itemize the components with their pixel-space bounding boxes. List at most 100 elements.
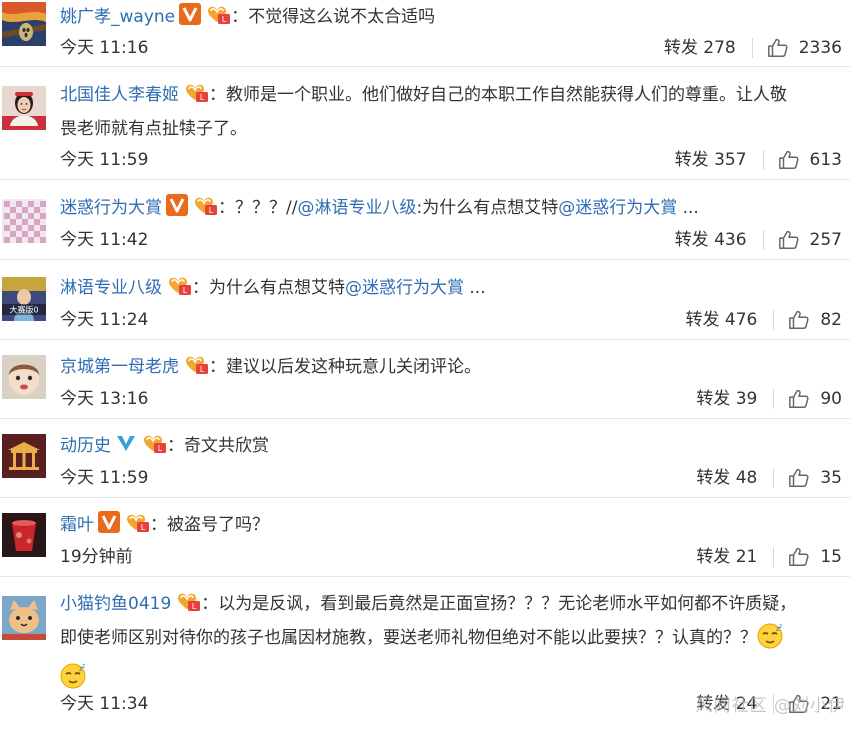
- comment-text-continued: 畏老师就有点扯犊子了。: [60, 119, 247, 139]
- like-button[interactable]: 2336: [767, 34, 842, 62]
- thumbs-up-icon: [788, 388, 810, 410]
- fan-badge-icon: [175, 590, 201, 612]
- username-link[interactable]: 淋语专业八级: [60, 278, 162, 298]
- comment-time: 今天 11:16: [60, 38, 149, 58]
- fan-badge-icon: [192, 194, 218, 216]
- avatar[interactable]: [2, 513, 46, 557]
- pavilion-logo-avatar: [2, 434, 46, 478]
- repost-button[interactable]: 转发 39: [696, 385, 757, 413]
- fan-badge-icon: [141, 432, 167, 454]
- comment-text: ：为什么有点想艾特: [192, 278, 345, 298]
- comment-text: ：奇文共欣赏: [167, 436, 269, 456]
- avatar[interactable]: [2, 596, 46, 640]
- truncation-ellipsis: ...: [677, 198, 699, 218]
- like-count: 15: [820, 547, 842, 567]
- like-count: 2336: [798, 38, 842, 58]
- orange-v-icon: [179, 3, 201, 25]
- orange-v-icon: [98, 511, 120, 533]
- thumbs-up-icon: [788, 309, 810, 331]
- like-count: 613: [809, 150, 842, 170]
- comment-time: 今天 11:24: [60, 310, 149, 330]
- like-button[interactable]: 15: [788, 543, 842, 571]
- like-count: 90: [820, 389, 842, 409]
- comment-text: ：？？？//: [218, 198, 298, 218]
- cartoon-face-avatar: [2, 355, 46, 399]
- comment-text: :为什么有点想艾特: [416, 198, 559, 218]
- orange-v-icon: [166, 194, 188, 216]
- repost-button[interactable]: 转发 357: [675, 146, 747, 174]
- stage-performer-avatar: 大赛版0: [2, 277, 46, 321]
- like-button[interactable]: 35: [788, 464, 842, 492]
- woman-portrait-avatar: [2, 86, 46, 130]
- avatar[interactable]: 大赛版0: [2, 277, 46, 321]
- divider: [773, 310, 775, 330]
- comment-text: ：以为是反讽，看到最后竟然是正面宣扬？？？无论老师水平如何都不许质疑，: [201, 594, 797, 614]
- avatar[interactable]: [2, 199, 46, 243]
- thumbs-up-icon: [767, 37, 789, 59]
- like-count: 35: [820, 468, 842, 488]
- divider: [751, 38, 753, 58]
- username-link[interactable]: 北国佳人李春姬: [60, 85, 179, 105]
- thumbs-up-icon: [778, 149, 800, 171]
- like-button[interactable]: 90: [788, 385, 842, 413]
- comment-text: ：不觉得这么说不太合适吗: [231, 7, 436, 27]
- comment-time: 今天 11:59: [60, 150, 149, 170]
- comment-text: ：教师是一个职业。他们做好自己的本职工作自然能获得人们的尊重。让人敬: [209, 85, 787, 105]
- repost-button[interactable]: 转发 436: [675, 226, 747, 254]
- comment-item: 京城第一母老虎 ：建议以后发这种玩意儿关闭评论。 今天 13:16 转发 39 9…: [0, 339, 850, 419]
- fan-badge-icon: [166, 274, 192, 296]
- repost-button[interactable]: 转发 476: [686, 306, 758, 334]
- comment-item: 霜叶 ：被盗号了吗？ 19分钟前 转发 21 15: [0, 497, 850, 577]
- avatar[interactable]: [2, 355, 46, 399]
- avatar[interactable]: [2, 86, 46, 130]
- truncation-ellipsis: ...: [464, 278, 486, 298]
- repost-button[interactable]: 转发 21: [696, 543, 757, 571]
- cartoon-cat-avatar: [2, 596, 46, 640]
- username-link[interactable]: 动历史: [60, 436, 111, 456]
- comment-time: 今天 11:59: [60, 468, 149, 488]
- repost-button[interactable]: 转发 278: [664, 34, 736, 62]
- repost-button[interactable]: 转发 48: [696, 464, 757, 492]
- fan-badge-icon: [183, 81, 209, 103]
- mention-link[interactable]: @淋语专业八级: [297, 198, 416, 218]
- thumbs-up-icon: [788, 546, 810, 568]
- mention-link[interactable]: @迷惑行为大賞: [345, 278, 464, 298]
- like-count: 257: [809, 230, 842, 250]
- divider: [773, 389, 775, 409]
- username-link[interactable]: 姚广孝_wayne: [60, 7, 175, 27]
- avatar[interactable]: [2, 2, 46, 46]
- comment-time: 今天 11:42: [60, 230, 149, 250]
- thumbs-up-icon: [788, 467, 810, 489]
- username-link[interactable]: 迷惑行为大賞: [60, 198, 162, 218]
- avatar-caption: 大赛版0: [9, 305, 38, 315]
- blue-v-icon: [115, 432, 137, 454]
- username-link[interactable]: 小猫钓鱼0419: [60, 594, 171, 614]
- divider: [762, 230, 764, 250]
- username-link[interactable]: 京城第一母老虎: [60, 357, 179, 377]
- comment-text-continued: 即使老师区别对待你的孩子也属因材施教，要送老师礼物但绝对不能以此要挟？？认真的？…: [60, 628, 757, 648]
- divider: [762, 150, 764, 170]
- comment-item: 姚广孝_wayne ：不觉得这么说不太合适吗 今天 11:16 转发 278 23…: [0, 0, 850, 67]
- thumbs-up-icon: [778, 229, 800, 251]
- red-drink-avatar: [2, 513, 46, 557]
- comment-text: ：建议以后发这种玩意儿关闭评论。: [209, 357, 481, 377]
- avatar[interactable]: [2, 434, 46, 478]
- like-button[interactable]: 613: [778, 146, 842, 174]
- like-button[interactable]: 257: [778, 226, 842, 254]
- comment-item: 北国佳人李春姬 ：教师是一个职业。他们做好自己的本职工作自然能获得人们的尊重。让人…: [0, 66, 850, 180]
- sleepy-emoji-icon: [757, 623, 783, 661]
- username-link[interactable]: 霜叶: [60, 515, 94, 535]
- mention-link[interactable]: @迷惑行为大賞: [558, 198, 677, 218]
- like-button[interactable]: 82: [788, 306, 842, 334]
- pink-pattern-avatar: [2, 199, 46, 243]
- comment-item: 迷惑行为大賞 ：？？？//@淋语专业八级:为什么有点想艾特@迷惑行为大賞 ... …: [0, 179, 850, 260]
- comment-time: 19分钟前: [60, 547, 133, 567]
- divider: [773, 547, 775, 567]
- watermark: 风闻社区 @刘小伊: [695, 696, 846, 716]
- comment-item: 动历史 ：奇文共欣赏 今天 11:59 转发 48 35: [0, 418, 850, 498]
- comment-text: ：被盗号了吗？: [150, 515, 269, 535]
- scream-painting-avatar: [2, 2, 46, 46]
- comment-time: 今天 13:16: [60, 389, 149, 409]
- divider: [773, 468, 775, 488]
- fan-badge-icon: [124, 511, 150, 533]
